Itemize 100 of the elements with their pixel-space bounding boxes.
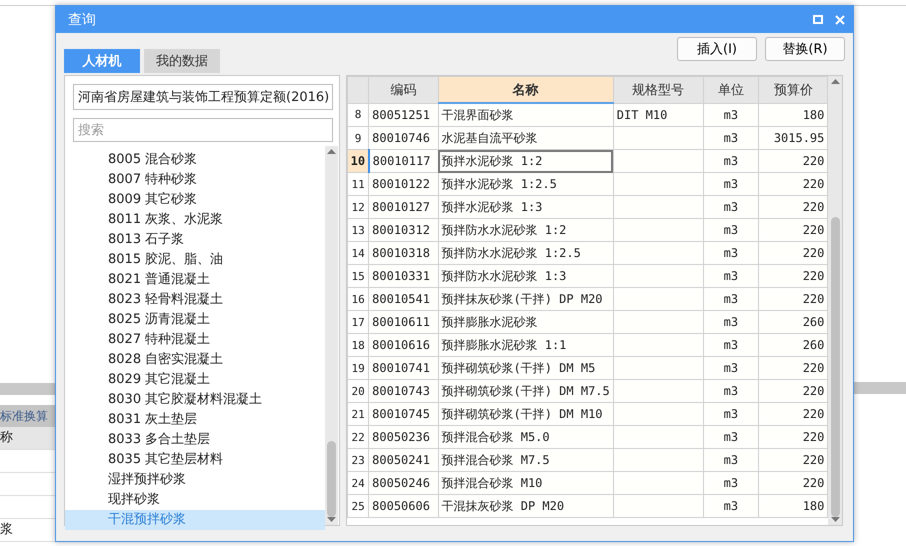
scroll-down-arrow-icon[interactable]	[830, 517, 840, 522]
window-title: 查询	[68, 10, 97, 28]
table-cell: 预拌水泥砂浆 1:3	[438, 196, 614, 218]
table-cell: m3	[703, 402, 759, 426]
table-cell: m3	[703, 196, 759, 218]
scrollbar[interactable]	[828, 76, 842, 525]
scroll-down-arrow-icon[interactable]	[327, 517, 336, 522]
tree-item[interactable]: 8028 自密实混凝土	[65, 350, 325, 370]
row-number: 23	[348, 448, 369, 472]
library-dropdown[interactable]: 河南省房屋建筑与装饰工程预算定额(2016)	[73, 84, 333, 110]
column-header[interactable]: 预算价	[758, 76, 828, 103]
table-cell: 预拌混合砂浆 M10	[438, 472, 614, 494]
table-cell: 220	[758, 288, 828, 310]
action-button[interactable]: 插入(I)	[677, 37, 757, 61]
table-cell: 80050241	[368, 448, 438, 472]
tree-item[interactable]: 8035 其它垫层材料	[65, 450, 325, 470]
table-cell: 220	[758, 242, 828, 264]
action-button[interactable]: 替换(R)	[765, 37, 845, 61]
table-cell: 80051251	[368, 103, 438, 126]
table-cell: m3	[703, 334, 759, 356]
scroll-up-arrow-icon[interactable]	[327, 149, 336, 154]
table-cell: 预拌防水水泥砂浆 1:3	[438, 264, 614, 288]
table-cell: 80010743	[368, 380, 438, 402]
row-number: 13	[348, 218, 369, 242]
table-cell: 80010741	[368, 356, 438, 380]
column-header[interactable]: 单位	[703, 76, 759, 103]
table-cell: m3	[703, 356, 759, 380]
row-number: 10	[348, 150, 369, 172]
table-cell: 预拌水泥砂浆 1:2.5	[438, 172, 614, 196]
table-cell: 80010331	[368, 264, 438, 288]
tree-item[interactable]: 8029 其它混凝土	[65, 370, 325, 390]
tree-item[interactable]: 8031 灰土垫层	[65, 410, 325, 430]
table-cell: 180	[758, 103, 828, 126]
column-header[interactable]: 编码	[368, 76, 438, 103]
table-cell: m3	[703, 242, 759, 264]
table-cell: 预拌混合砂浆 M5.0	[438, 426, 614, 448]
tree-item[interactable]: 8015 胶泥、脂、油	[65, 250, 325, 270]
row-number: 24	[348, 472, 369, 494]
table-cell: 80010746	[368, 126, 438, 150]
table-cell: 80010616	[368, 334, 438, 356]
scrollbar[interactable]	[325, 146, 338, 525]
table-cell: 预拌防水水泥砂浆 1:2.5	[438, 242, 614, 264]
table-cell: 预拌膨胀水泥砂浆	[438, 310, 614, 334]
table-cell: m3	[703, 310, 759, 334]
table-cell: 预拌砌筑砂浆(干拌) DM M7.5	[438, 380, 614, 402]
table-cell: 80010318	[368, 242, 438, 264]
tree-item[interactable]: 湿拌预拌砂浆	[65, 470, 325, 490]
column-header[interactable]: 名称	[438, 76, 614, 103]
tree-item[interactable]: 8005 混合砂浆	[65, 150, 325, 170]
table-cell: 预拌膨胀水泥砂浆 1:1	[438, 334, 614, 356]
table-cell: 220	[758, 172, 828, 196]
table-cell: 80010117	[368, 150, 438, 172]
table-cell: 260	[758, 310, 828, 334]
tree-item[interactable]: 8030 其它胶凝材料混凝土	[65, 390, 325, 410]
table-cell: m3	[703, 426, 759, 448]
row-number: 8	[348, 103, 369, 126]
tree-item[interactable]: 8025 沥青混凝土	[65, 310, 325, 330]
column-header[interactable]: 规格型号	[613, 76, 704, 103]
tree-item[interactable]: 8009 其它砂浆	[65, 190, 325, 210]
row-number: 9	[348, 126, 369, 150]
table-cell: 220	[758, 218, 828, 242]
tree-item[interactable]: 8027 特种混凝土	[65, 330, 325, 350]
table-cell: m3	[703, 288, 759, 310]
table-cell: 220	[758, 380, 828, 402]
table-cell: 预拌水泥砂浆 1:2	[438, 150, 614, 172]
search-field[interactable]: 搜索	[73, 118, 333, 142]
scroll-thumb[interactable]	[830, 217, 840, 517]
tree-item[interactable]: 8011 灰浆、水泥浆	[65, 210, 325, 230]
tree-item[interactable]: 8007 特种砂浆	[65, 170, 325, 190]
table-cell: 220	[758, 264, 828, 288]
table-cell: m3	[703, 472, 759, 494]
scroll-up-arrow-icon[interactable]	[830, 79, 840, 84]
table-cell: 3015.95	[758, 126, 828, 150]
maximize-icon[interactable]	[813, 15, 823, 24]
close-icon[interactable]	[835, 14, 845, 24]
tree-item[interactable]: 8021 普通混凝土	[65, 270, 325, 290]
background-tab[interactable]: 标准换算	[0, 405, 55, 427]
table-cell: 水泥基自流平砂浆	[438, 126, 614, 150]
table-cell: 80010312	[368, 218, 438, 242]
table-cell: DIT M10	[613, 103, 704, 126]
scroll-thumb[interactable]	[327, 441, 336, 517]
row-number: 21	[348, 402, 369, 426]
tree-item[interactable]: 现拌砂浆	[65, 490, 325, 510]
tab[interactable]: 我的数据	[144, 49, 220, 73]
tree-item[interactable]: 8013 石子浆	[65, 230, 325, 250]
table-cell: 80010122	[368, 172, 438, 196]
tree-item[interactable]: 8023 轻骨料混凝土	[65, 290, 325, 310]
row-number: 16	[348, 288, 369, 310]
row-number: 14	[348, 242, 369, 264]
row-number: 20	[348, 380, 369, 402]
table-cell: 预拌砌筑砂浆(干拌) DM M10	[438, 402, 614, 426]
table-cell: 80010745	[368, 402, 438, 426]
table-cell: 80010541	[368, 288, 438, 310]
table-cell: 干混界面砂浆	[438, 103, 614, 126]
tree-item[interactable]: 8033 多合土垫层	[65, 430, 325, 450]
row-number: 22	[348, 426, 369, 448]
row-number: 11	[348, 172, 369, 196]
table-cell: 220	[758, 402, 828, 426]
table-cell: m3	[703, 380, 759, 402]
table-cell: m3	[703, 494, 759, 518]
